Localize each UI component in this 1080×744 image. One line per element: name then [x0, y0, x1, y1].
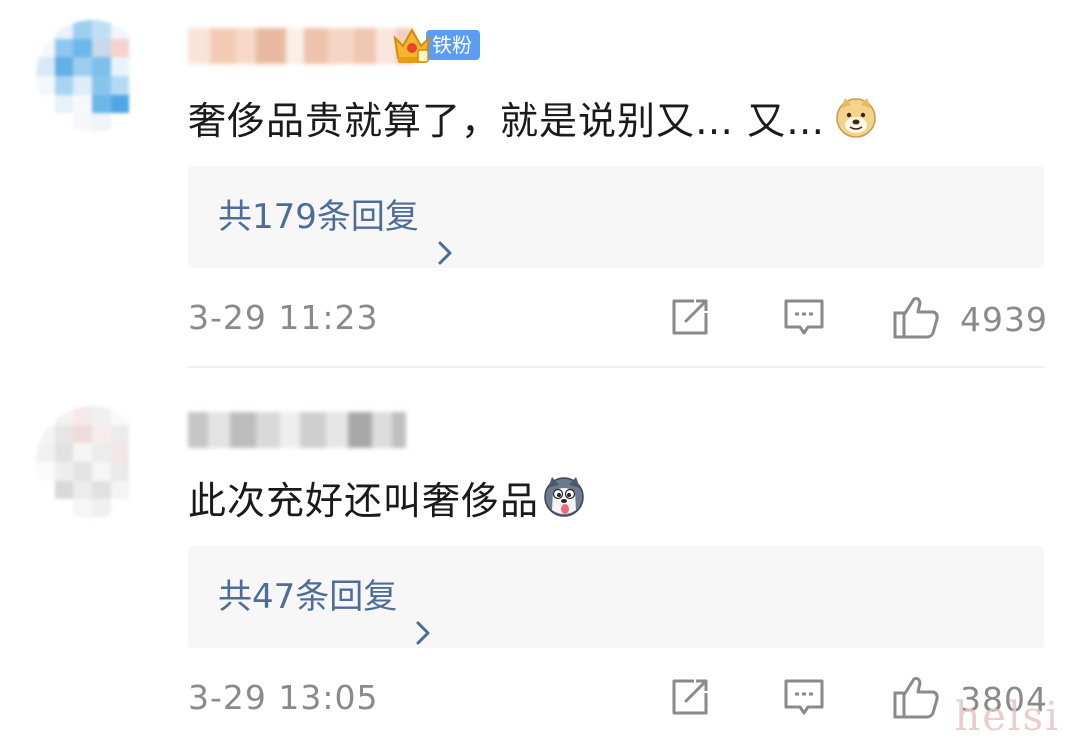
share-button[interactable] — [668, 674, 712, 724]
fan-badge[interactable]: 铁粉 — [392, 24, 480, 66]
comment-text-content: 奢侈品贵就算了，就是说别又… 又… — [188, 98, 826, 143]
avatar[interactable] — [36, 406, 148, 518]
crown-badge-icon — [392, 24, 432, 66]
like-button[interactable]: 4939 — [892, 294, 1048, 344]
comment-button[interactable] — [782, 674, 826, 724]
share-button[interactable] — [668, 294, 712, 344]
view-replies-label: 共47条回复 — [218, 577, 398, 617]
username-blurred[interactable] — [188, 412, 406, 448]
reply-box[interactable]: 共47条回复 — [188, 546, 1044, 648]
thumbs-up-icon — [892, 674, 940, 724]
avatar[interactable] — [36, 20, 148, 132]
comment-item: 此次充好还叫奢侈品 共47条回复 3-29 13:05 3804 — [0, 368, 1080, 744]
share-edit-icon — [668, 675, 712, 723]
view-replies-link[interactable]: 共47条回复 — [218, 546, 431, 648]
husky-emoji-icon — [543, 476, 585, 518]
comment-list: 铁粉 奢侈品贵就算了，就是说别又… 又… 共179条回复 3-29 11:23 … — [0, 0, 1080, 744]
view-replies-label: 共179条回复 — [218, 197, 419, 237]
comment-item: 铁粉 奢侈品贵就算了，就是说别又… 又… 共179条回复 3-29 11:23 … — [0, 0, 1080, 366]
share-edit-icon — [668, 295, 712, 343]
comment-button[interactable] — [782, 294, 826, 344]
like-count: 4939 — [960, 299, 1048, 339]
reply-box[interactable]: 共179条回复 — [188, 166, 1044, 268]
comment-bubble-icon — [782, 675, 826, 723]
watermark: helsi — [954, 694, 1060, 740]
chevron-right-icon — [437, 204, 453, 265]
comment-text-content: 此次充好还叫奢侈品 — [188, 478, 540, 523]
comment-meta: 3-29 13:05 3804 — [0, 674, 1080, 724]
comment-meta: 3-29 11:23 4939 — [0, 294, 1080, 344]
comment-bubble-icon — [782, 295, 826, 343]
view-replies-link[interactable]: 共179条回复 — [218, 166, 453, 268]
timestamp: 3-29 13:05 — [188, 678, 379, 717]
thumbs-up-icon — [892, 294, 940, 344]
username-blurred[interactable] — [188, 28, 414, 64]
chevron-right-icon — [415, 584, 431, 645]
comment-text: 奢侈品贵就算了，就是说别又… 又… — [188, 92, 877, 143]
timestamp: 3-29 11:23 — [188, 298, 379, 337]
comment-text: 此次充好还叫奢侈品 — [188, 472, 585, 523]
badge-label: 铁粉 — [426, 30, 480, 60]
doge-emoji-icon — [835, 96, 877, 138]
